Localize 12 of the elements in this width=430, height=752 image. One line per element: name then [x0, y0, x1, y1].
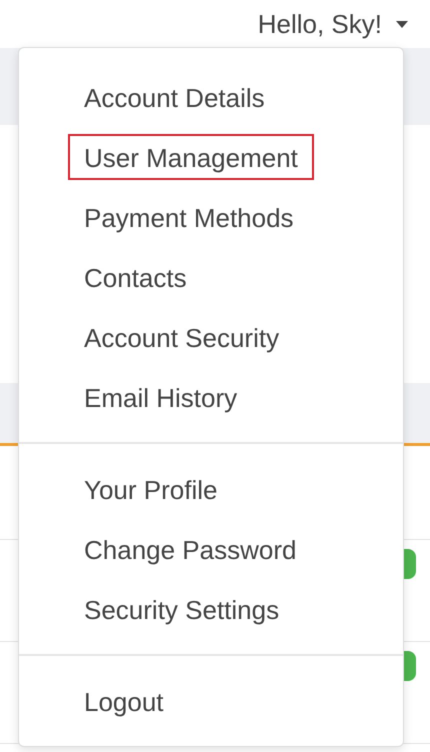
menu-item[interactable]: Change Password — [68, 526, 312, 572]
menu-item[interactable]: Account Security — [68, 314, 296, 360]
menu-item[interactable]: Contacts — [68, 254, 203, 300]
menu-item[interactable]: User Management — [68, 134, 314, 180]
menu-item[interactable]: Logout — [68, 678, 180, 724]
menu-item[interactable]: Payment Methods — [68, 194, 310, 240]
menu-item[interactable]: Security Settings — [68, 586, 296, 632]
user-menu-button[interactable]: Hello, Sky! — [256, 8, 410, 40]
menu-item[interactable]: Your Profile — [68, 466, 234, 512]
caret-icon — [396, 20, 408, 28]
menu-item[interactable]: Account Details — [68, 74, 281, 120]
menu-item[interactable]: Email History — [68, 374, 254, 420]
